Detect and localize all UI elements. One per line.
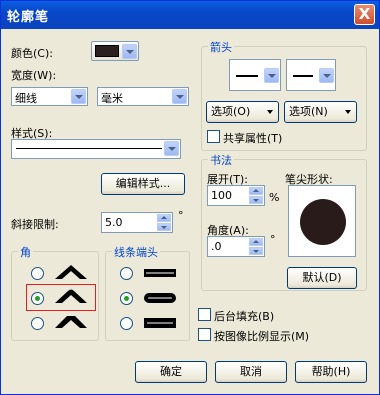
outline-pen-dialog: 轮廓笔 X 颜色(C): 宽度(W): 细线 毫米 样式(S): 编辑样式...… — [0, 0, 380, 395]
color-label: 颜色(C): — [11, 47, 53, 60]
chevron-down-icon — [71, 89, 86, 104]
triangle-down-icon — [345, 110, 351, 114]
miter-limit-label: 斜接限制: — [11, 218, 59, 231]
cap-round-radio[interactable] — [120, 292, 133, 305]
start-arrow-select[interactable] — [229, 59, 281, 91]
miter-corner-icon — [55, 265, 87, 279]
arrows-group-title: 箭头 — [208, 39, 234, 55]
width-value: 细线 — [15, 92, 37, 105]
selection-highlight — [26, 284, 96, 311]
angle-unit: ° — [270, 233, 276, 246]
width-label: 宽度(W): — [11, 69, 57, 82]
close-button[interactable]: X — [354, 4, 375, 25]
stretch-value: 100 — [211, 189, 232, 202]
spinner-arrows[interactable] — [249, 238, 263, 255]
miter-limit-spinner[interactable]: 5.0 — [101, 212, 173, 233]
scale-with-image-label: 按图像比例显示(M) — [214, 330, 310, 343]
line-caps-group-title: 线条端头 — [112, 244, 160, 260]
butt-cap-icon — [144, 269, 176, 277]
corners-group-title: 角 — [18, 244, 33, 260]
spinner-arrows[interactable] — [157, 214, 171, 231]
nib-circle — [300, 199, 346, 245]
behind-fill-label: 后台填充(B) — [214, 310, 275, 323]
angle-spinner[interactable]: .0 — [207, 236, 265, 257]
arrow-options-left-button[interactable]: 选项(O) — [206, 101, 279, 123]
line-style-preview — [16, 148, 162, 149]
cancel-button[interactable]: 取消 — [215, 361, 287, 383]
miter-limit-value: 5.0 — [105, 216, 123, 229]
arrow-options-right-label: 选项(N) — [289, 105, 328, 118]
stretch-spinner[interactable]: 100 — [207, 185, 265, 206]
bevel-corner-icon — [55, 316, 87, 328]
edit-style-button[interactable]: 编辑样式... — [101, 173, 185, 195]
width-unit-value: 毫米 — [101, 92, 123, 105]
width-select[interactable]: 细线 — [11, 87, 88, 106]
title-bar[interactable]: 轮廓笔 X — [1, 1, 379, 29]
share-attributes-checkbox[interactable] — [207, 130, 220, 143]
dialog-title: 轮廓笔 — [7, 10, 50, 25]
end-arrow-select[interactable] — [286, 59, 336, 91]
corner-miter-radio[interactable] — [31, 267, 44, 280]
corner-bevel-radio[interactable] — [31, 317, 44, 330]
triangle-down-icon — [267, 110, 273, 114]
round-cap-icon — [144, 293, 176, 303]
arrow-options-left-label: 选项(O) — [211, 105, 251, 118]
chevron-down-icon — [172, 89, 187, 104]
color-picker-button[interactable] — [91, 41, 139, 61]
square-cap-icon — [144, 318, 176, 328]
chevron-down-icon — [319, 68, 334, 83]
calligraphy-group-title: 书法 — [208, 152, 234, 168]
arrow-line-preview — [293, 75, 313, 77]
arrow-line-preview — [236, 75, 258, 77]
cap-square-radio[interactable] — [120, 317, 133, 330]
chevron-down-icon — [122, 44, 137, 59]
ok-button[interactable]: 确定 — [135, 361, 207, 383]
color-swatch — [95, 45, 119, 57]
chevron-down-icon — [164, 141, 179, 156]
line-style-select[interactable] — [11, 139, 181, 159]
behind-fill-checkbox[interactable] — [198, 308, 211, 321]
nib-shape-preview[interactable] — [288, 185, 356, 257]
chevron-down-icon — [264, 68, 279, 83]
stretch-unit: % — [269, 191, 280, 204]
cap-butt-radio[interactable] — [120, 267, 133, 280]
share-attributes-label: 共享属性(T) — [223, 132, 283, 145]
scale-with-image-checkbox[interactable] — [198, 328, 211, 341]
help-button[interactable]: 帮助(H) — [295, 361, 367, 383]
arrow-options-right-button[interactable]: 选项(N) — [284, 101, 357, 123]
miter-unit: ° — [178, 209, 184, 222]
default-nib-button[interactable]: 默认(D) — [287, 267, 357, 289]
width-unit-select[interactable]: 毫米 — [97, 87, 189, 106]
spinner-arrows[interactable] — [249, 187, 263, 204]
angle-value: .0 — [211, 240, 222, 253]
